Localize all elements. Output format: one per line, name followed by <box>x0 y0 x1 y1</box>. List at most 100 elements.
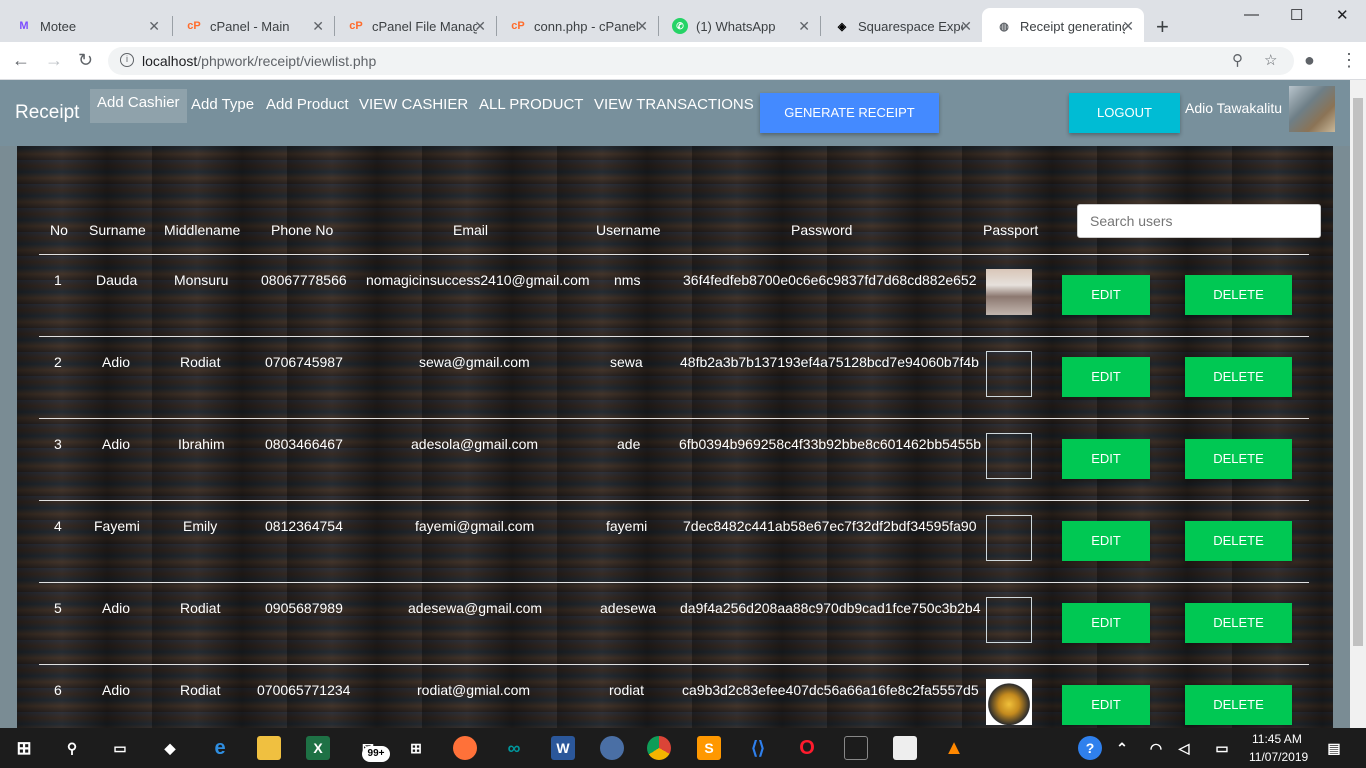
zoom-icon[interactable]: ⚲ <box>1232 51 1243 69</box>
sublime-icon[interactable]: S <box>697 736 721 760</box>
delete-button[interactable]: DELETE <box>1185 439 1292 479</box>
edit-button[interactable]: EDIT <box>1062 357 1150 397</box>
nav-view-cashier[interactable]: VIEW CASHIER <box>359 96 468 124</box>
close-icon[interactable]: ✕ <box>798 18 810 35</box>
nav-view-transactions[interactable]: VIEW TRANSACTIONS <box>594 96 754 124</box>
close-icon[interactable]: ✕ <box>148 18 160 35</box>
window-close-icon[interactable]: ✕ <box>1336 6 1349 24</box>
firefox-icon[interactable] <box>453 736 477 760</box>
excel-icon[interactable]: X <box>306 736 330 760</box>
cell-username: ade <box>617 436 641 452</box>
chrome-icon[interactable] <box>647 736 671 760</box>
close-icon[interactable]: ✕ <box>960 18 972 35</box>
nav-add-type[interactable]: Add Type <box>191 96 254 124</box>
edit-button[interactable]: EDIT <box>1062 603 1150 643</box>
minimize-icon[interactable]: — <box>1244 6 1259 23</box>
browser-tab-conn-php[interactable]: cP conn.php - cPanel ✕ <box>496 8 658 44</box>
browser-tab-motee[interactable]: M Motee ✕ <box>2 8 170 44</box>
browser-tab-squarespace[interactable]: ◈ Squarespace Expe ✕ <box>820 8 982 44</box>
close-icon[interactable]: ✕ <box>636 18 648 35</box>
back-icon[interactable]: ← <box>12 50 30 71</box>
cell-email: adesola@gmail.com <box>411 436 539 452</box>
clock-date[interactable]: 11/07/2019 <box>1249 750 1308 764</box>
keyboard-icon[interactable]: ▭ <box>1210 736 1234 760</box>
maximize-icon[interactable]: ☐ <box>1290 6 1303 24</box>
cell-email: sewa@gmail.com <box>419 354 530 370</box>
browser-tab-whatsapp[interactable]: ✆ (1) WhatsApp ✕ <box>658 8 820 44</box>
volume-icon[interactable]: ◁ <box>1172 736 1196 760</box>
address-bar[interactable]: i localhost/phpwork/receipt/viewlist.php… <box>108 47 1294 75</box>
word-icon[interactable]: W <box>551 736 575 760</box>
vlc-icon[interactable]: ▲ <box>942 736 966 760</box>
chevron-up-icon[interactable]: ⌃ <box>1110 736 1134 760</box>
header-middlename: Middlename <box>164 222 241 238</box>
close-icon[interactable]: ✕ <box>1122 18 1134 35</box>
cell-middlename: Rodiat <box>180 354 221 370</box>
windows-taskbar: ⊞ ⚲ ▭ ◆ e X ✉ 99+ ⊞ ∞ W S ⟨⟩ O ▲ ? ⌃ ◠ ◁… <box>0 728 1366 768</box>
tab-title: conn.php - cPanel <box>534 18 639 34</box>
notifications-icon[interactable]: ▤ <box>1322 736 1346 760</box>
header-no: No <box>50 222 68 238</box>
cell-no: 4 <box>54 518 62 534</box>
nav-all-product[interactable]: ALL PRODUCT <box>479 96 583 124</box>
page-scrollbar[interactable] <box>1350 80 1366 728</box>
delete-button[interactable]: DELETE <box>1185 275 1292 315</box>
document-icon[interactable] <box>893 736 917 760</box>
header-email: Email <box>453 222 489 238</box>
bookmark-star-icon[interactable]: ☆ <box>1264 51 1277 69</box>
file-explorer-icon[interactable] <box>257 736 281 760</box>
tab-title: Squarespace Expe <box>858 18 963 34</box>
delete-button[interactable]: DELETE <box>1185 357 1292 397</box>
edit-button[interactable]: EDIT <box>1062 439 1150 479</box>
nav-add-cashier[interactable]: Add Cashier <box>90 89 187 123</box>
terminal-icon[interactable] <box>844 736 868 760</box>
cell-no: 2 <box>54 354 62 370</box>
cell-no: 5 <box>54 600 62 616</box>
edit-button[interactable]: EDIT <box>1062 685 1150 725</box>
task-view-icon[interactable]: ▭ <box>108 736 132 760</box>
delete-button[interactable]: DELETE <box>1185 521 1292 561</box>
tab-title: Receipt generating <box>1020 18 1125 34</box>
cell-password: da9f4a256d208aa88c970db9cad1fce750c3b2b4 <box>680 600 981 616</box>
close-icon[interactable]: ✕ <box>474 18 486 35</box>
clock-time[interactable]: 11:45 AM <box>1252 732 1302 746</box>
profile-icon[interactable]: ● <box>1304 50 1315 71</box>
opera-icon[interactable]: O <box>795 736 819 760</box>
cell-phone: 0812364754 <box>265 518 343 534</box>
browser-tab-cpanel-main[interactable]: cP cPanel - Main ✕ <box>172 8 334 44</box>
browser-tab-receipt[interactable]: ◍ Receipt generating ✕ <box>982 8 1144 44</box>
brand-title[interactable]: Receipt <box>15 102 79 124</box>
browser-tab-cpanel-file-manager[interactable]: cP cPanel File Manag ✕ <box>334 8 496 44</box>
generate-receipt-button[interactable]: GENERATE RECEIPT <box>760 93 939 133</box>
search-users-input[interactable] <box>1077 204 1321 238</box>
logout-button[interactable]: LOGOUT <box>1069 93 1180 133</box>
wifi-icon[interactable]: ◠ <box>1144 736 1168 760</box>
store-icon[interactable]: ⊞ <box>404 736 428 760</box>
app-icon[interactable] <box>600 736 624 760</box>
cell-surname: Dauda <box>96 272 138 288</box>
forward-icon[interactable]: → <box>45 50 63 71</box>
search-icon[interactable]: ⚲ <box>60 736 84 760</box>
close-icon[interactable]: ✕ <box>312 18 324 35</box>
edit-button[interactable]: EDIT <box>1062 521 1150 561</box>
header-phone: Phone No <box>271 222 334 238</box>
menu-dots-icon[interactable]: ⋮ <box>1340 50 1358 71</box>
new-tab-icon[interactable]: + <box>1156 14 1169 40</box>
edge-icon[interactable]: e <box>208 736 232 760</box>
url-text[interactable]: localhost/phpwork/receipt/viewlist.php <box>142 53 376 69</box>
dropbox-icon[interactable]: ◆ <box>158 736 182 760</box>
edit-button[interactable]: EDIT <box>1062 275 1150 315</box>
vscode-icon[interactable]: ⟨⟩ <box>746 736 770 760</box>
cell-surname: Adio <box>102 600 131 616</box>
reload-icon[interactable]: ↻ <box>78 50 93 71</box>
info-icon[interactable]: i <box>120 53 134 67</box>
help-icon[interactable]: ? <box>1078 736 1102 760</box>
delete-button[interactable]: DELETE <box>1185 603 1292 643</box>
arduino-icon[interactable]: ∞ <box>502 736 526 760</box>
whatsapp-icon: ✆ <box>672 18 688 34</box>
nav-add-product[interactable]: Add Product <box>266 96 349 124</box>
scrollbar-thumb[interactable] <box>1353 98 1363 646</box>
windows-start-icon[interactable]: ⊞ <box>12 736 36 760</box>
avatar[interactable] <box>1289 86 1335 132</box>
delete-button[interactable]: DELETE <box>1185 685 1292 725</box>
